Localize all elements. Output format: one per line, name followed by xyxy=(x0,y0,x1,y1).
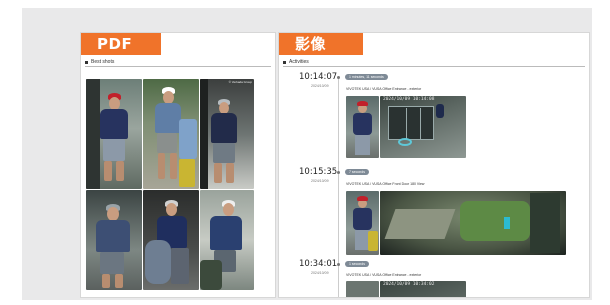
activity-cctv-frame[interactable]: 2024/10/09 10:34:02 xyxy=(380,281,466,297)
activity-date: 2024/10/09 xyxy=(311,271,329,275)
section-divider xyxy=(85,66,271,67)
bullet-square-icon xyxy=(283,60,286,64)
bullet-square-icon xyxy=(85,60,88,64)
video-preview-card[interactable]: 影像 Activities 10:14:07 2024/10/09 1 minu… xyxy=(278,32,590,298)
activity-thumbnail[interactable] xyxy=(346,96,379,158)
activity-date: 2024/10/09 xyxy=(311,84,329,88)
best-shot-photo[interactable] xyxy=(143,79,199,189)
preview-stage: PDF Best shots © Verkada Group 影像 Activi… xyxy=(22,8,592,300)
pdf-tag: PDF xyxy=(81,33,161,55)
camera-label: VIVOTEK USA / VUSA Office Front Door 180… xyxy=(346,182,425,186)
activities-heading: Activities xyxy=(283,59,309,65)
activity-thumbnail[interactable] xyxy=(346,191,379,255)
best-shots-heading: Best shots xyxy=(85,59,114,65)
video-tag: 影像 xyxy=(279,33,363,55)
activity-cctv-frame[interactable]: 2024/10/09 10:14:08 xyxy=(380,96,466,158)
activity-thumbnail[interactable] xyxy=(346,281,379,297)
timeline-dot xyxy=(337,171,340,174)
best-shot-photo[interactable] xyxy=(143,190,199,290)
cctv-timestamp: 2024/10/09 10:14:08 xyxy=(383,97,435,102)
activity-date: 2024/10/09 xyxy=(311,179,329,183)
activities-label: Activities xyxy=(289,59,309,65)
duration-badge: 1 minutes, 11 seconds xyxy=(345,74,388,80)
best-shot-photo[interactable] xyxy=(86,190,142,290)
timeline-dot xyxy=(337,76,340,79)
activity-time: 10:14:07 xyxy=(299,72,338,82)
best-shot-photo[interactable] xyxy=(86,79,142,189)
camera-label: VIVOTEK USA / VUSA Office Entrance - ext… xyxy=(346,87,422,91)
section-divider xyxy=(283,66,585,67)
best-shot-photo[interactable]: © Verkada Group xyxy=(200,79,254,189)
activity-time: 10:34:01 xyxy=(299,259,338,269)
timeline-dot xyxy=(337,263,340,266)
best-shots-label: Best shots xyxy=(91,59,115,65)
camera-label: VIVOTEK USA / VUSA Office Entrance - ext… xyxy=(346,273,422,277)
cctv-timestamp: 2024/10/09 10:34:02 xyxy=(383,282,435,287)
photo-watermark: © Verkada Group xyxy=(228,80,252,84)
activity-time: 10:15:35 xyxy=(299,167,338,177)
best-shot-photo[interactable] xyxy=(200,190,254,290)
duration-badge: 7 seconds xyxy=(345,169,369,175)
duration-badge: 1 seconds xyxy=(345,261,369,267)
pdf-preview-card[interactable]: PDF Best shots © Verkada Group xyxy=(80,32,276,298)
activity-cctv-frame[interactable] xyxy=(380,191,566,255)
